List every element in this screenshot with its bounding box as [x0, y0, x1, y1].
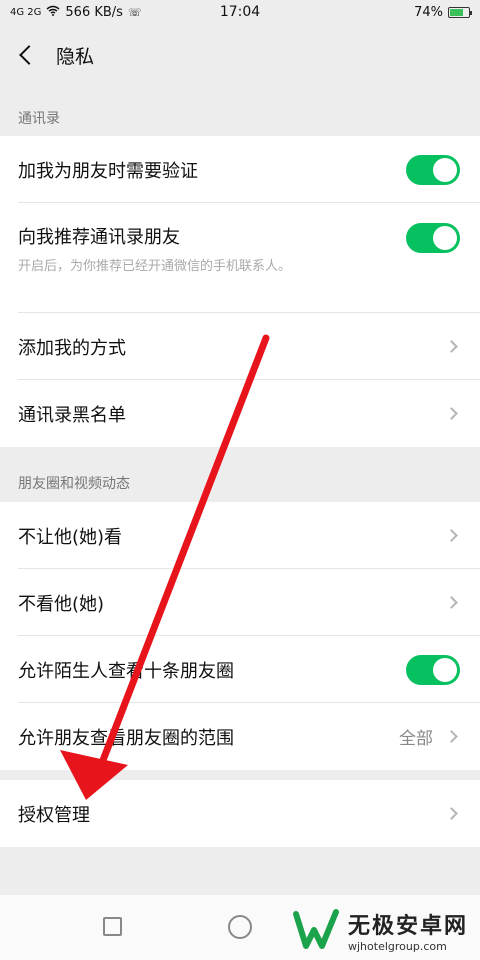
row-label: 通讯录黑名单 — [18, 404, 126, 426]
strangers-toggle[interactable] — [406, 654, 460, 685]
row-add-methods[interactable]: 添加我的方式 — [0, 313, 480, 380]
row-recommend-contacts[interactable]: 向我推荐通讯录朋友 开启后，为你推荐已经开通微信的手机联系人。 — [0, 203, 480, 313]
chevron-right-icon — [445, 529, 458, 542]
watermark-url: wjhotelgroup.com — [348, 939, 447, 953]
row-blacklist[interactable]: 通讯录黑名单 — [0, 380, 480, 447]
row-label: 添加我的方式 — [18, 337, 126, 359]
chevron-right-icon — [445, 730, 458, 743]
row-strangers-view[interactable]: 允许陌生人查看十条朋友圈 — [0, 636, 480, 703]
row-label: 允许朋友查看朋友圈的范围 — [18, 727, 234, 749]
row-label: 向我推荐通讯录朋友 — [18, 227, 180, 248]
range-value: 全部 — [399, 729, 433, 749]
row-dont-see[interactable]: 不看他(她) — [0, 569, 480, 636]
row-auth-management[interactable]: 授权管理 — [0, 780, 480, 847]
status-bar: 4G 2G 566 KB/s ☏ 17:04 74% — [0, 0, 480, 24]
verify-toggle[interactable] — [406, 154, 460, 185]
battery-icon — [448, 6, 472, 18]
row-label: 不看他(她) — [18, 593, 105, 615]
watermark-title: 无极安卓网 — [348, 913, 469, 939]
section-header-contacts: 通讯录 — [18, 111, 60, 127]
chevron-right-icon — [445, 807, 458, 820]
recommend-hint: 开启后，为你推荐已经开通微信的手机联系人。 — [18, 259, 292, 274]
row-label: 不让他(她)看 — [18, 526, 123, 548]
section-header-moments: 朋友圈和视频动态 — [18, 476, 130, 492]
row-label: 授权管理 — [18, 804, 90, 826]
recommend-toggle[interactable] — [406, 223, 460, 253]
row-label: 允许陌生人查看十条朋友圈 — [18, 660, 234, 682]
recents-button[interactable] — [103, 917, 122, 936]
chevron-right-icon — [445, 407, 458, 420]
watermark-text: 无极安卓网 wjhotelgroup.com — [348, 908, 468, 953]
back-arrow-icon[interactable] — [19, 45, 39, 65]
nav-bar: 隐私 — [0, 24, 480, 86]
page-title: 隐私 — [56, 45, 95, 68]
row-moments-range[interactable]: 允许朋友查看朋友圈的范围 全部 — [0, 703, 480, 770]
chevron-right-icon — [445, 340, 458, 353]
watermark-logo-icon — [293, 909, 339, 949]
status-time: 17:04 — [219, 4, 261, 20]
row-label: 加我为朋友时需要验证 — [18, 160, 198, 182]
chevron-right-icon — [445, 596, 458, 609]
watermark: 无极安卓网 wjhotelgroup.com — [292, 906, 474, 954]
row-friend-verify[interactable]: 加我为朋友时需要验证 — [0, 136, 480, 203]
home-button[interactable] — [228, 915, 252, 939]
row-hide-from[interactable]: 不让他(她)看 — [0, 502, 480, 569]
